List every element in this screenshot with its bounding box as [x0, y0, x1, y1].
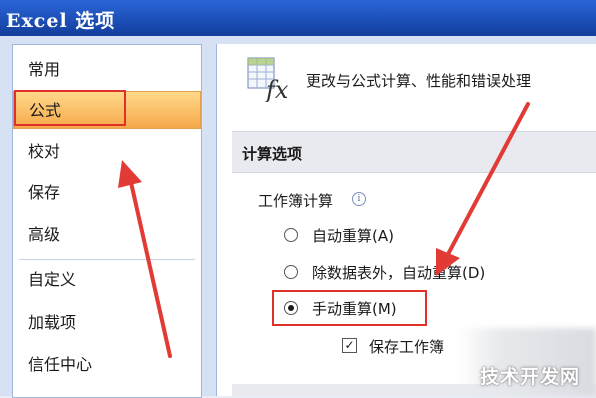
- arrow-down-right: [436, 102, 530, 276]
- watermark: 技术开发网: [480, 366, 581, 388]
- arrow-up-left: [118, 160, 172, 358]
